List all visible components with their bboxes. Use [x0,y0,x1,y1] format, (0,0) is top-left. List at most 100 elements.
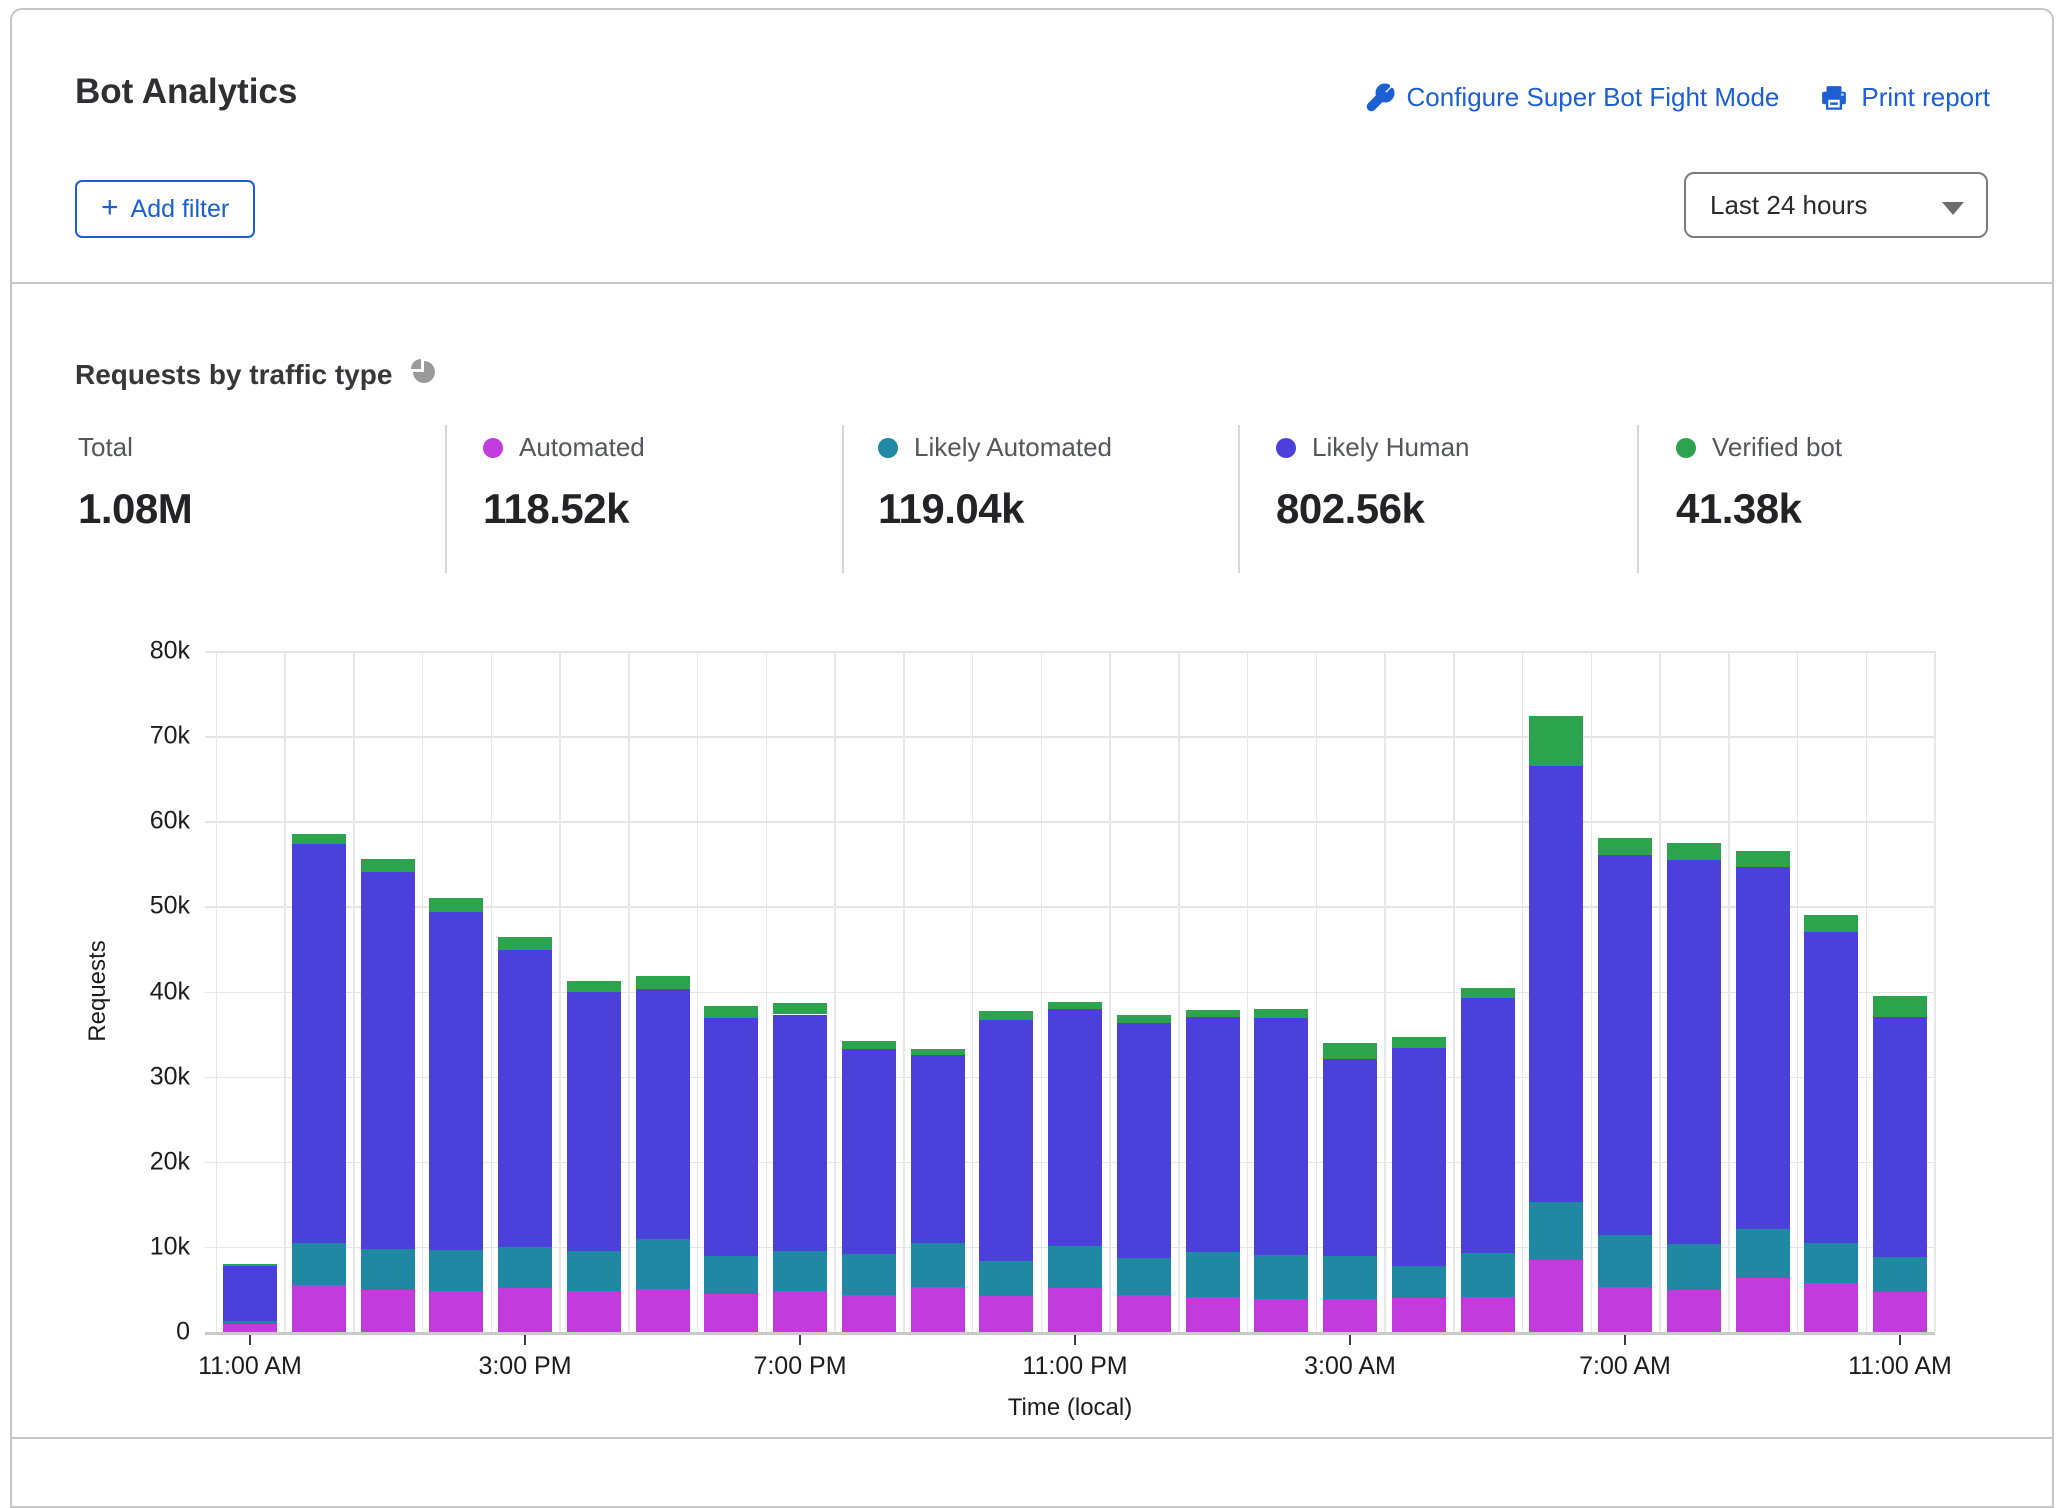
bar-segment-likely-automated[interactable] [1667,1244,1721,1290]
bar-segment-verified-bot[interactable] [1461,988,1515,998]
bar-segment-likely-automated[interactable] [429,1250,483,1291]
bar-segment-verified-bot[interactable] [1392,1037,1446,1047]
bar-segment-verified-bot[interactable] [773,1003,827,1014]
configure-super-bot-fight-mode-link[interactable]: Configure Super Bot Fight Mode [1365,82,1780,113]
bar-segment-likely-automated[interactable] [1048,1246,1102,1287]
bar-segment-likely-automated[interactable] [1323,1256,1377,1299]
bar-segment-likely-automated[interactable] [1392,1266,1446,1298]
bar-segment-automated[interactable] [1323,1299,1377,1332]
bar-segment-automated[interactable] [361,1290,415,1332]
bar-segment-automated[interactable] [1804,1283,1858,1332]
bar-segment-verified-bot[interactable] [1873,996,1927,1017]
bar-segment-automated[interactable] [636,1289,690,1332]
bar-segment-automated[interactable] [911,1287,965,1332]
bar-segment-likely-human[interactable] [636,989,690,1239]
bar-segment-likely-automated[interactable] [911,1243,965,1286]
bar-segment-automated[interactable] [429,1291,483,1332]
bar-segment-likely-human[interactable] [361,872,415,1248]
bar-segment-verified-bot[interactable] [1804,915,1858,932]
bar-segment-automated[interactable] [842,1295,896,1332]
bar-segment-likely-human[interactable] [1323,1059,1377,1256]
bar-segment-likely-human[interactable] [1186,1017,1240,1252]
bar-segment-likely-automated[interactable] [1254,1255,1308,1299]
bar-segment-verified-bot[interactable] [567,981,621,992]
bar-segment-verified-bot[interactable] [292,834,346,844]
bar-segment-verified-bot[interactable] [1117,1015,1171,1023]
bar-segment-likely-automated[interactable] [361,1249,415,1291]
bar-segment-likely-human[interactable] [1529,766,1583,1202]
bar-segment-verified-bot[interactable] [1667,843,1721,860]
bar-segment-likely-automated[interactable] [1529,1202,1583,1260]
bar-segment-verified-bot[interactable] [1736,851,1790,867]
bar-segment-likely-human[interactable] [911,1055,965,1244]
add-filter-button[interactable]: + Add filter [75,180,255,238]
bar-segment-automated[interactable] [1598,1287,1652,1332]
bar-segment-likely-human[interactable] [1117,1023,1171,1258]
bar-segment-automated[interactable] [979,1296,1033,1332]
bar-segment-likely-automated[interactable] [1873,1257,1927,1292]
stat-likely-automated[interactable]: Likely Automated 119.04k [878,432,1112,533]
bar-segment-likely-human[interactable] [1804,932,1858,1243]
stat-verified-bot[interactable]: Verified bot 41.38k [1676,432,1842,533]
bar-segment-likely-human[interactable] [567,992,621,1251]
bar-segment-automated[interactable] [1048,1288,1102,1332]
bar-segment-likely-automated[interactable] [1598,1235,1652,1287]
bar-segment-automated[interactable] [1667,1290,1721,1332]
bar-segment-verified-bot[interactable] [636,976,690,989]
bar-segment-verified-bot[interactable] [911,1049,965,1055]
bar-segment-likely-human[interactable] [979,1020,1033,1261]
bar-segment-likely-human[interactable] [292,844,346,1242]
bar-segment-automated[interactable] [704,1294,758,1332]
bar-segment-likely-human[interactable] [1736,867,1790,1229]
bar-segment-likely-automated[interactable] [1461,1253,1515,1297]
bar-segment-likely-automated[interactable] [979,1261,1033,1297]
bar-segment-likely-automated[interactable] [842,1254,896,1295]
bar-segment-verified-bot[interactable] [1529,716,1583,766]
bar-segment-likely-automated[interactable] [223,1321,277,1324]
bar-segment-likely-automated[interactable] [567,1251,621,1291]
bar-segment-likely-human[interactable] [1461,998,1515,1253]
bar-segment-likely-human[interactable] [429,912,483,1250]
bar-segment-likely-automated[interactable] [292,1243,346,1286]
bar-segment-verified-bot[interactable] [223,1264,277,1266]
bar-segment-automated[interactable] [1392,1298,1446,1332]
bar-segment-likely-human[interactable] [704,1018,758,1256]
bar-segment-verified-bot[interactable] [429,898,483,912]
bar-segment-automated[interactable] [1873,1292,1927,1332]
bar-segment-verified-bot[interactable] [361,859,415,873]
print-report-link[interactable]: Print report [1819,82,1990,113]
bar-segment-likely-human[interactable] [223,1266,277,1321]
bar-segment-likely-human[interactable] [842,1049,896,1254]
bar-segment-likely-human[interactable] [498,950,552,1247]
time-range-dropdown[interactable]: Last 24 hours [1684,172,1988,238]
bar-segment-automated[interactable] [498,1288,552,1332]
bar-segment-verified-bot[interactable] [1598,838,1652,855]
bar-segment-automated[interactable] [773,1291,827,1332]
bar-segment-automated[interactable] [1186,1297,1240,1332]
bar-segment-likely-human[interactable] [1598,855,1652,1235]
stat-automated[interactable]: Automated 118.52k [483,432,645,533]
bar-segment-likely-automated[interactable] [636,1239,690,1288]
bar-segment-likely-automated[interactable] [1186,1252,1240,1297]
bar-segment-automated[interactable] [292,1285,346,1332]
bar-segment-verified-bot[interactable] [1254,1009,1308,1018]
bar-segment-likely-human[interactable] [1048,1009,1102,1247]
bar-segment-verified-bot[interactable] [498,937,552,950]
bar-segment-verified-bot[interactable] [704,1006,758,1018]
bar-segment-automated[interactable] [1461,1297,1515,1332]
bar-segment-likely-automated[interactable] [1804,1243,1858,1284]
bar-segment-automated[interactable] [1117,1295,1171,1332]
bar-segment-automated[interactable] [1529,1260,1583,1332]
bar-segment-automated[interactable] [223,1324,277,1332]
bar-segment-likely-automated[interactable] [704,1256,758,1293]
bar-segment-likely-automated[interactable] [498,1247,552,1288]
bar-segment-verified-bot[interactable] [979,1011,1033,1020]
bar-segment-likely-human[interactable] [1254,1018,1308,1255]
bar-segment-likely-human[interactable] [1873,1017,1927,1257]
bar-segment-likely-human[interactable] [1392,1048,1446,1266]
bar-segment-verified-bot[interactable] [842,1041,896,1049]
bar-segment-likely-automated[interactable] [1736,1229,1790,1278]
bar-segment-likely-automated[interactable] [1117,1258,1171,1295]
bar-segment-likely-human[interactable] [1667,860,1721,1244]
bar-segment-verified-bot[interactable] [1323,1043,1377,1059]
